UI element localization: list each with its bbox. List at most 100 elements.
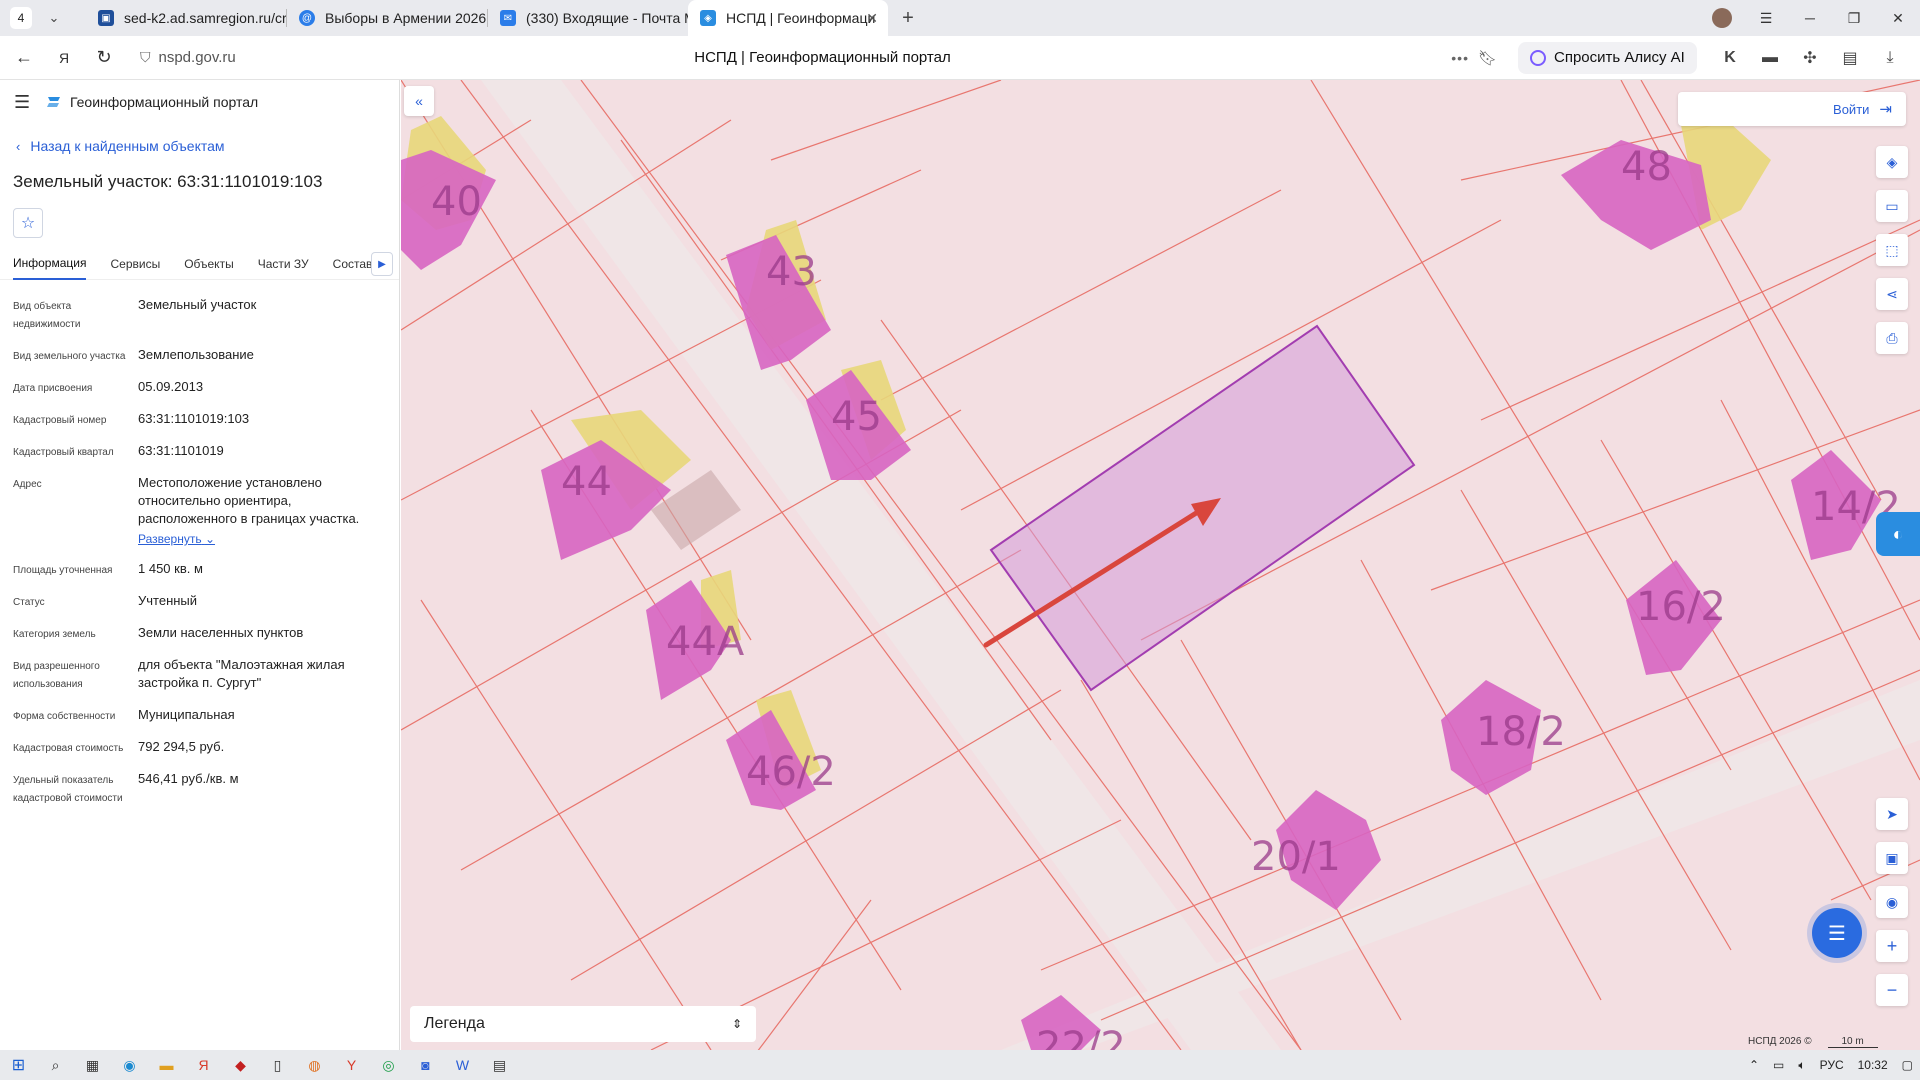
notifications-icon[interactable]: ▢ — [1902, 1058, 1913, 1072]
geolocation-button[interactable]: ◉ — [1876, 886, 1908, 918]
back-to-results-link[interactable]: ‹ Назад к найденным объектам — [16, 138, 399, 154]
attribute-row: Кадастровый квартал 63:31:1101019 — [13, 443, 224, 458]
extension-k-icon[interactable]: K — [1710, 42, 1750, 74]
print-button[interactable]: ⎙ — [1876, 322, 1908, 354]
app-window-icon[interactable]: ▤ — [481, 1050, 518, 1080]
bookmark-icon[interactable]: 🔖︎ — [1478, 49, 1497, 67]
portal-name: Геоинформационный портал — [70, 94, 259, 110]
select-area-button[interactable]: ⬚ — [1876, 234, 1908, 266]
login-button[interactable]: Войти ⇥ — [1678, 92, 1906, 126]
info-tabs: Информация Сервисы Объекты Части ЗУ Сост… — [0, 248, 399, 280]
attribute-row: Вид разрешенного использования для объект… — [13, 657, 345, 690]
house-number-22-2: 22/2 — [1036, 1024, 1126, 1050]
profile-avatar-icon[interactable] — [1700, 0, 1744, 36]
extensions-puzzle-icon[interactable]: ✣ — [1790, 42, 1830, 74]
restore-icon[interactable]: ❐ — [1832, 0, 1876, 36]
network-icon[interactable]: ▭ — [1773, 1058, 1784, 1072]
cadastral-map[interactable]: 40 43 44 44А 45 46/2 48 14/2 16/2 18/2 2… — [401, 80, 1920, 1050]
tab-parts[interactable]: Части ЗУ — [258, 248, 309, 280]
extension-hat-icon[interactable]: ▬ — [1750, 42, 1790, 74]
more-dots-icon[interactable]: ••• — [1451, 50, 1469, 66]
file-explorer-icon[interactable]: ▬ — [148, 1050, 185, 1080]
select-area-icon: ⬚ — [1885, 241, 1899, 258]
legend-dropdown[interactable]: Легенда ⇕ — [410, 1006, 756, 1042]
favorite-star-button[interactable]: ☆ — [13, 208, 43, 238]
edge-browser-icon[interactable]: ◉ — [111, 1050, 148, 1080]
tab-composition[interactable]: Состав — [333, 248, 373, 280]
task-view-icon[interactable]: ▦ — [74, 1050, 111, 1080]
double-chevron-left-icon: « — [415, 93, 423, 109]
chat-widget-icon: ◐ — [1892, 523, 1904, 544]
browser-tab-active[interactable]: ◈ НСПД | Геоинформаци ✕ — [688, 0, 888, 36]
expand-address-link[interactable]: Развернуть ⌄ — [138, 530, 388, 548]
tabs-scroll-right-icon[interactable]: ▶ — [371, 252, 393, 276]
house-number-48: 48 — [1621, 144, 1672, 190]
house-number-16-2: 16/2 — [1636, 584, 1726, 630]
volume-icon[interactable]: 🔈︎ — [1798, 1058, 1805, 1073]
site-favicon-icon: ▣ — [98, 10, 114, 26]
portal-logo-icon — [47, 97, 60, 107]
minimize-icon[interactable]: ─ — [1788, 0, 1832, 36]
tab-list-chevron-icon[interactable]: ⌄ — [42, 6, 66, 30]
attribute-row: Дата присвоения 05.09.2013 — [13, 379, 204, 394]
zoom-out-button[interactable]: − — [1876, 974, 1908, 1006]
url-domain: nspd.gov.ru — [158, 49, 236, 66]
basemap-button[interactable]: ▣ — [1876, 842, 1908, 874]
yandex-logo-icon[interactable]: Я — [48, 42, 80, 74]
reload-icon[interactable]: ↻ — [88, 42, 120, 74]
app-icon[interactable]: ◙ — [407, 1050, 444, 1080]
browser-tab[interactable]: ▣ sed-k2.ad.samregion.ru/cr — [86, 0, 286, 36]
zoom-in-button[interactable]: + — [1876, 930, 1908, 962]
browser-address-row: ← Я ↻ ⛉ nspd.gov.ru НСПД | Геоинформацио… — [0, 36, 1920, 80]
layers-button[interactable]: ◈ — [1876, 146, 1908, 178]
yandex-browser-icon[interactable]: Y — [333, 1050, 370, 1080]
locate-button[interactable]: ➤ — [1876, 798, 1908, 830]
close-window-icon[interactable]: ✕ — [1876, 0, 1920, 36]
tab-objects[interactable]: Объекты — [184, 248, 234, 280]
extension-icons: K ▬ ✣ ▤ ⤓ — [1710, 42, 1910, 74]
tray-chevron-up-icon[interactable]: ⌃ — [1749, 1058, 1759, 1072]
collapse-panel-button[interactable]: « — [404, 86, 434, 116]
panel-header: ☰ Геоинформационный портал — [0, 80, 399, 124]
windows-start-icon[interactable]: ⊞ — [0, 1050, 37, 1080]
pdf-reader-icon[interactable]: ◆ — [222, 1050, 259, 1080]
side-widget-button[interactable]: ◐ — [1876, 512, 1920, 556]
mail-favicon-icon: @ — [299, 10, 315, 26]
attribute-row: Кадастровая стоимость 792 294,5 руб. — [13, 739, 225, 754]
tabs-menu-icon[interactable]: ☰ — [1744, 0, 1788, 36]
chevron-left-icon: ‹ — [16, 138, 21, 154]
word-icon[interactable]: W — [444, 1050, 481, 1080]
search-icon[interactable]: ⌕ — [37, 1050, 74, 1080]
tab-count-badge[interactable]: 4 — [10, 7, 32, 29]
share-button[interactable]: ⋖ — [1876, 278, 1908, 310]
address-bar[interactable]: ⛉ nspd.gov.ru НСПД | Геоинформационный п… — [140, 42, 1505, 74]
expand-updown-icon: ⇕ — [731, 1017, 742, 1031]
tab-services[interactable]: Сервисы — [110, 248, 160, 280]
site-shield-icon[interactable]: ⛉ — [140, 49, 151, 66]
house-number-18-2: 18/2 — [1476, 709, 1566, 755]
notepad-icon[interactable]: ▯ — [259, 1050, 296, 1080]
browser-tab[interactable]: ✉ (330) Входящие - Почта М — [488, 0, 688, 36]
new-tab-plus-icon[interactable]: + — [894, 4, 922, 32]
chat-assistant-button[interactable]: ☰ — [1812, 908, 1862, 958]
share-icon: ⋖ — [1886, 285, 1898, 302]
clock-time[interactable]: 10:32 — [1858, 1058, 1888, 1072]
browser-tab[interactable]: @ Выборы в Армении 2026: — [287, 0, 487, 36]
app-icon[interactable]: ◍ — [296, 1050, 333, 1080]
yandex-app-icon[interactable]: Я — [185, 1050, 222, 1080]
ask-alice-button[interactable]: Спросить Алису AI — [1518, 41, 1697, 74]
measure-button[interactable]: ▭ — [1876, 190, 1908, 222]
tab-info[interactable]: Информация — [13, 248, 87, 280]
hamburger-menu-icon[interactable]: ☰ — [14, 92, 32, 113]
object-title: Земельный участок: 63:31:1101019:103 — [13, 172, 323, 191]
map-canvas[interactable]: 40 43 44 44А 45 46/2 48 14/2 16/2 18/2 2… — [401, 80, 1920, 1050]
collections-icon[interactable]: ▤ — [1830, 42, 1870, 74]
plus-icon: + — [1886, 935, 1898, 956]
downloads-icon[interactable]: ⤓ — [1870, 42, 1910, 74]
back-arrow-icon[interactable]: ← — [8, 42, 40, 74]
attribute-row: Статус Учтенный — [13, 593, 198, 608]
house-number-43: 43 — [766, 249, 817, 295]
input-language[interactable]: РУС — [1820, 1058, 1844, 1072]
close-tab-icon[interactable]: ✕ — [866, 10, 878, 27]
chrome-icon[interactable]: ◎ — [370, 1050, 407, 1080]
